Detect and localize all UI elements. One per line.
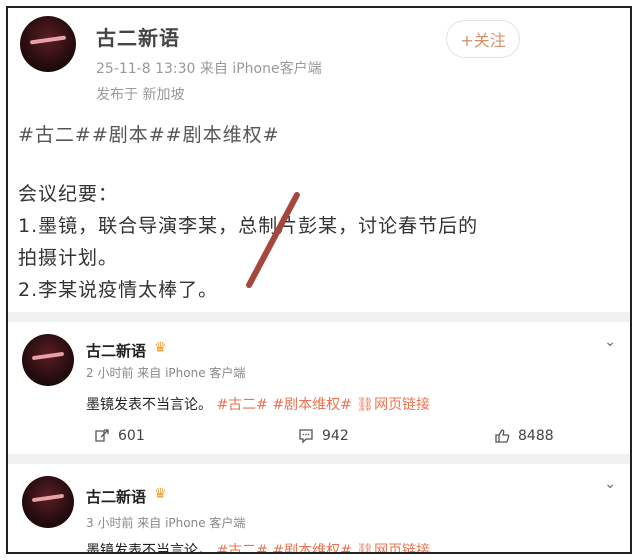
hashtag-link[interactable]: #古二# <box>216 397 267 413</box>
body-line: 会议纪要： <box>18 183 119 205</box>
follow-label: +关注 <box>460 31 506 50</box>
comment-icon <box>299 429 313 444</box>
hashtag-link[interactable]: #剧本维权# <box>272 397 351 413</box>
avatar[interactable] <box>20 16 76 72</box>
post-text: 墨镜发表不当言论。 #古二# #剧本维权# ⛓网页链接 <box>86 540 431 554</box>
web-link-label: 网页链接 <box>374 397 431 413</box>
thumbs-up-icon <box>495 429 510 443</box>
chevron-down-icon[interactable]: ⌄ <box>604 334 616 350</box>
comment-button[interactable]: 942 <box>298 428 349 444</box>
screenshot-frame: 古二新语 25-11-8 13:30 来自 iPhone客户端 发布于 新加坡 … <box>6 6 632 554</box>
post-text: 墨镜发表不当言论。 #古二# #剧本维权# ⛓网页链接 <box>86 394 430 414</box>
post-location: 发布于 新加坡 <box>96 87 185 103</box>
body-line: 拍摄计划。 <box>18 247 119 269</box>
post-meta: 2 小时前 来自 iPhone 客户端 <box>86 366 246 380</box>
hashtag-link[interactable]: #古二# <box>216 543 267 552</box>
avatar[interactable] <box>22 334 74 386</box>
feed-post: 古二新语 ♛ ⌄ 2 小时前 来自 iPhone 客户端 墨镜发表不当言论。 #… <box>8 322 630 454</box>
repost-button[interactable]: 601 <box>94 428 145 444</box>
crown-badge-icon: ♛ <box>154 486 167 502</box>
crown-badge-icon: ♛ <box>154 340 167 356</box>
like-count: 8488 <box>518 428 554 444</box>
follow-button[interactable]: +关注 <box>446 20 520 58</box>
comment-count: 942 <box>322 428 349 444</box>
post-time-source: 25-11-8 13:30 来自 iPhone客户端 <box>96 61 322 77</box>
web-link-label: 网页链接 <box>374 543 431 554</box>
avatar[interactable] <box>22 476 74 528</box>
like-button[interactable]: 8488 <box>494 428 554 444</box>
body-line: 1.墨镜，联合导演李某，总制片彭某，讨论春节后的 <box>18 215 479 237</box>
repost-count: 601 <box>118 428 145 444</box>
post-meta: 3 小时前 来自 iPhone 客户端 <box>86 516 246 530</box>
author-name[interactable]: 古二新语 <box>86 486 146 507</box>
author-name[interactable]: 古二新语 <box>96 22 180 51</box>
web-link[interactable]: ⛓网页链接 <box>356 397 430 413</box>
repost-icon <box>95 429 109 442</box>
hashtag-line[interactable]: #古二##剧本##剧本维权# <box>18 120 280 147</box>
post-text-prefix: 墨镜发表不当言论。 <box>86 543 212 554</box>
divider <box>8 454 630 464</box>
divider <box>8 312 630 322</box>
web-link[interactable]: ⛓网页链接 <box>356 543 431 554</box>
chevron-down-icon[interactable]: ⌄ <box>604 476 616 492</box>
post-text-prefix: 墨镜发表不当言论。 <box>86 397 212 413</box>
feed-post: 古二新语 ♛ ⌄ 3 小时前 来自 iPhone 客户端 墨镜发表不当言论。 #… <box>8 464 630 554</box>
hashtag-link[interactable]: #剧本维权# <box>272 543 351 552</box>
author-name[interactable]: 古二新语 <box>86 340 146 361</box>
